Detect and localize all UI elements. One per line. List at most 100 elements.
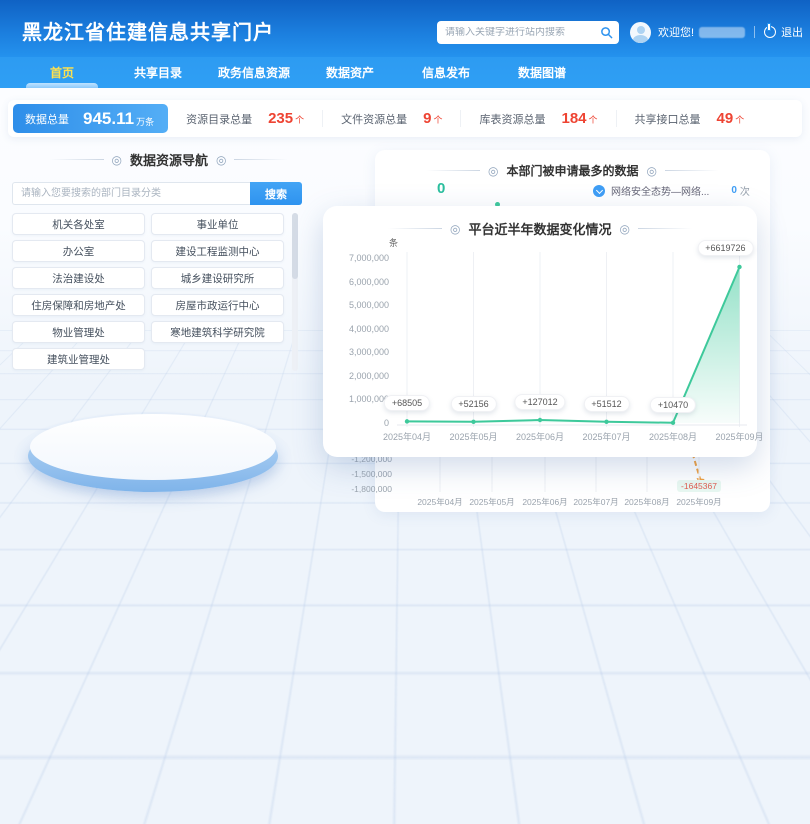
divider	[665, 170, 719, 171]
stat-item: 文件资源总量 9 个	[322, 110, 460, 127]
nav-tab[interactable]: 共享目录	[110, 57, 206, 88]
y-axis-tick: 4,000,000	[327, 324, 389, 334]
data-point-label: +127012	[514, 394, 565, 410]
nav-tab[interactable]: 首页	[14, 57, 110, 88]
stat-label: 资源目录总量	[186, 111, 252, 127]
x-axis-label: 2025年05月	[438, 430, 510, 443]
divider	[234, 159, 288, 160]
stats-bar: 数据总量 945.11 万条 资源目录总量 235 个 文件资源总量 9 个 库…	[8, 100, 802, 137]
requested-list-item[interactable]: 网络安全态势—网络... 0 次	[593, 183, 750, 198]
department-search-input[interactable]	[12, 182, 250, 205]
x-axis-label: 2025年04月	[371, 430, 443, 443]
department-label: 寒地建筑科学研究院	[170, 325, 265, 340]
requested-item-text: 网络安全态势—网络...	[611, 183, 709, 198]
department-label: 事业单位	[197, 217, 239, 232]
nav-tab-label: 首页	[50, 64, 74, 81]
department-label: 房屋市政运行中心	[176, 298, 260, 313]
nav-tab-label: 数据图谱	[518, 64, 566, 81]
stat-unit: 个	[589, 113, 598, 126]
department-label: 法治建设处	[52, 271, 105, 286]
nav-tab-label: 数据资产	[326, 64, 374, 81]
stat-value: 235	[268, 110, 293, 127]
header-bar: 黑龙江省住建信息共享门户 欢迎您! 退出	[0, 0, 810, 57]
department-search: 搜索	[12, 182, 302, 205]
department-button[interactable]: 房屋市政运行中心	[151, 294, 284, 316]
mini-x-axis-label: 2025年09月	[667, 496, 731, 508]
divider	[50, 159, 104, 160]
department-button[interactable]: 寒地建筑科学研究院	[151, 321, 284, 343]
department-button[interactable]: 建设工程监测中心	[151, 240, 284, 262]
stat-unit: 个	[433, 113, 442, 126]
y-axis-tick: 6,000,000	[327, 277, 389, 287]
half-year-area-chart: 7,000,0006,000,0005,000,0004,000,0003,00…	[323, 206, 757, 457]
site-search[interactable]	[437, 21, 619, 44]
department-label: 物业管理处	[52, 325, 105, 340]
y-axis-tick: 0	[327, 418, 389, 428]
mini-y-axis-tick: -1,500,000	[330, 469, 392, 479]
department-button[interactable]: 事业单位	[151, 213, 284, 235]
y-axis-tick: 5,000,000	[327, 300, 389, 310]
nav-tab-label: 信息发布	[422, 64, 470, 81]
department-label: 城乡建设研究所	[181, 271, 255, 286]
main-nav: 首页 共享目录 政务信息资源 数据资产 信息发布 数据图谱	[0, 57, 810, 88]
user-area: 欢迎您! 退出	[630, 18, 803, 46]
nav-tab-label: 共享目录	[134, 64, 182, 81]
department-label: 建设工程监测中心	[176, 244, 260, 259]
stat-unit: 个	[735, 113, 744, 126]
x-axis-label: 2025年08月	[637, 430, 709, 443]
department-button[interactable]: 办公室	[12, 240, 145, 262]
nav-tab[interactable]: 信息发布	[398, 57, 494, 88]
data-point-label: +51512	[583, 396, 629, 412]
stat-value: 945.11	[83, 109, 134, 129]
data-point-label: +6619726	[697, 240, 753, 256]
logout-button[interactable]: 退出	[781, 24, 803, 40]
x-axis-label: 2025年07月	[571, 430, 643, 443]
stat-value: 49	[717, 110, 734, 127]
requested-item-count-unit: 次	[740, 183, 750, 198]
scrollbar-thumb[interactable]	[292, 213, 298, 279]
stat-label: 库表资源总量	[479, 111, 545, 127]
department-button[interactable]: 住房保障和房地产处	[12, 294, 145, 316]
nav-tab[interactable]: 数据资产	[302, 57, 398, 88]
resource-nav-panel: ◎ 数据资源导航 ◎ 搜索 机关各处室 事业单位 办公室 建设工程监测中心 法治…	[8, 150, 330, 169]
department-button[interactable]: 物业管理处	[12, 321, 145, 343]
nav-tab[interactable]: 数据图谱	[494, 57, 590, 88]
stat-total-data: 数据总量 945.11 万条	[13, 104, 168, 133]
stat-label: 数据总量	[25, 111, 69, 127]
department-button[interactable]: 机关各处室	[12, 213, 145, 235]
user-avatar-icon[interactable]	[630, 22, 651, 43]
title-deco: ◎	[647, 164, 657, 178]
department-label: 机关各处室	[52, 217, 105, 232]
department-label: 建筑业管理处	[47, 352, 110, 367]
stat-label: 文件资源总量	[341, 111, 407, 127]
title-text: 本部门被申请最多的数据	[506, 162, 638, 179]
y-axis-tick: 2,000,000	[327, 371, 389, 381]
title-deco: ◎	[112, 153, 122, 167]
stat-label: 共享接口总量	[635, 111, 701, 127]
site-title: 黑龙江省住建信息共享门户	[22, 16, 274, 45]
resource-nav-title: ◎ 数据资源导航 ◎	[8, 150, 330, 169]
half-year-chart-card: ◎ 平台近半年数据变化情况 ◎ 条 7,000,0006,000,0005,00…	[323, 206, 757, 457]
department-label: 住房保障和房地产处	[31, 298, 126, 313]
data-point-label: +10470	[650, 397, 696, 413]
y-axis-tick: 3,000,000	[327, 347, 389, 357]
nav-tab[interactable]: 政务信息资源	[206, 57, 302, 88]
requested-left-value: 0	[437, 180, 445, 197]
search-icon[interactable]	[600, 26, 613, 39]
department-grid: 机关各处室 事业单位 办公室 建设工程监测中心 法治建设处 城乡建设研究所 住房…	[12, 213, 284, 370]
divider	[426, 170, 480, 171]
data-point-label: +52156	[450, 396, 496, 412]
department-scrollbar[interactable]	[292, 213, 298, 371]
welcome-text: 欢迎您!	[658, 24, 694, 40]
department-button[interactable]: 建筑业管理处	[12, 348, 145, 370]
title-deco: ◎	[488, 164, 498, 178]
title-text: 数据资源导航	[130, 150, 208, 169]
department-button[interactable]: 法治建设处	[12, 267, 145, 289]
nav-tab-label: 政务信息资源	[218, 64, 290, 81]
stat-unit: 万条	[136, 115, 154, 128]
download-badge-icon	[593, 185, 605, 197]
power-icon[interactable]	[764, 26, 776, 38]
site-search-input[interactable]	[445, 27, 600, 38]
department-button[interactable]: 城乡建设研究所	[151, 267, 284, 289]
department-search-button[interactable]: 搜索	[250, 182, 302, 205]
